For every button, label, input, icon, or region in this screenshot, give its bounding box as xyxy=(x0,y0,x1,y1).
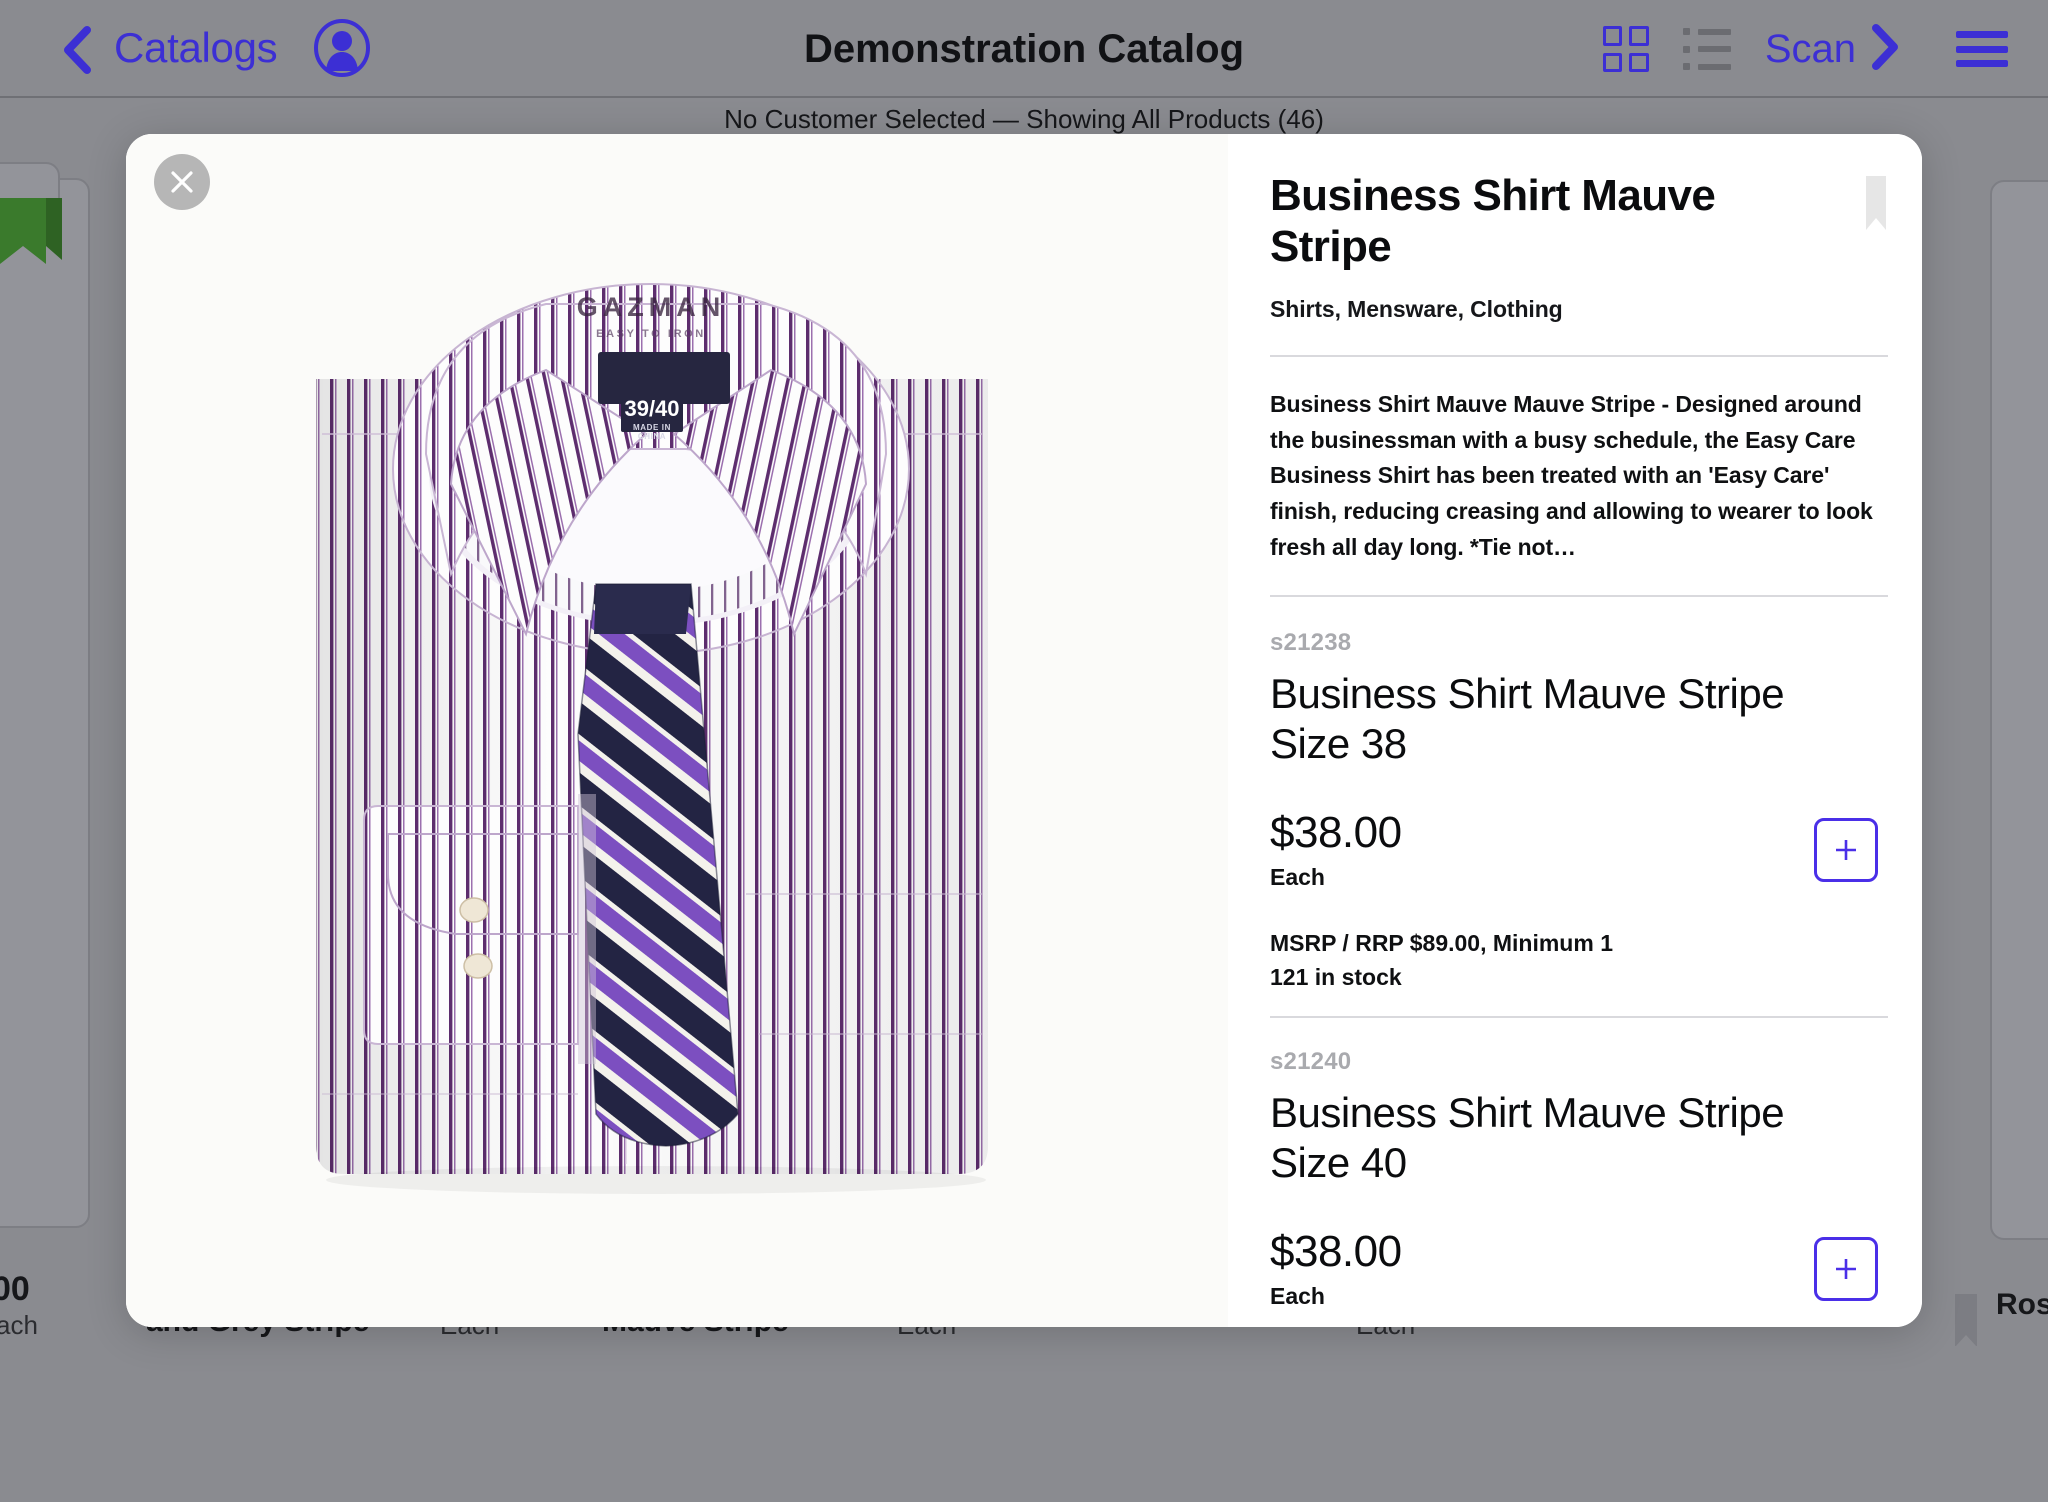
variant-sku: s21238 xyxy=(1270,629,1352,657)
variant-row[interactable]: s21240 Business Shirt Mauve Stripe Size … xyxy=(1270,1044,1888,1310)
variant-name: Business Shirt Mauve Stripe Size 38 xyxy=(1270,670,1785,767)
scan-button[interactable]: Scan xyxy=(1765,23,1898,76)
scan-button-label: Scan xyxy=(1764,26,1856,71)
variant-stock: 121 in stock xyxy=(1270,963,1402,990)
person-icon[interactable] xyxy=(313,19,371,77)
variant-price: $38.00 xyxy=(1270,808,1402,858)
top-navigation-bar: Catalogs Scan xyxy=(0,0,2048,98)
chevron-left-icon[interactable] xyxy=(62,25,92,74)
add-to-order-button[interactable] xyxy=(1814,1236,1878,1301)
variant-price-block: $38.00 Each xyxy=(1270,808,1402,891)
list-bullet xyxy=(1682,63,1690,70)
background-product-card[interactable] xyxy=(0,178,90,1228)
background-price-fragment: 00 xyxy=(0,1270,30,1308)
svg-text:GAZMAN: GAZMAN xyxy=(577,292,725,322)
variant-row[interactable]: s21238 Business Shirt Mauve Stripe Size … xyxy=(1270,625,1888,1019)
grid-cell xyxy=(1629,26,1649,46)
variant-price-row: $38.00 Each xyxy=(1270,1227,1888,1310)
variant-unit: Each xyxy=(1270,1283,1325,1310)
green-ribbon-badge xyxy=(0,198,62,264)
hamburger-menu-icon[interactable] xyxy=(1956,31,2008,67)
variant-unit: Each xyxy=(1270,864,1325,891)
variant-msrp: MSRP / RRP $89.00, Minimum 1 xyxy=(1270,930,1613,957)
scroll-indicator[interactable] xyxy=(1866,176,1886,230)
back-to-catalogs-button[interactable]: Catalogs xyxy=(114,24,278,72)
divider xyxy=(1270,1016,1888,1019)
list-bullet xyxy=(1682,28,1690,35)
variant-price: $38.00 xyxy=(1270,1227,1402,1277)
svg-text:39/40: 39/40 xyxy=(624,396,679,421)
product-categories: Shirts, Mensware, Clothing xyxy=(1270,296,1563,323)
add-to-order-button[interactable] xyxy=(1814,817,1878,882)
variant-meta: MSRP / RRP $89.00, Minimum 1 121 in stoc… xyxy=(1270,927,1888,994)
grid-cell xyxy=(1602,52,1623,72)
divider xyxy=(1270,355,1888,358)
variant-price-row: $38.00 Each xyxy=(1270,808,1888,891)
product-detail-modal: GAZMAN EASY TO IRON 39/40 MADE IN CHINA xyxy=(126,134,1922,1327)
grid-cell xyxy=(1602,26,1623,46)
list-line xyxy=(1697,28,1731,35)
menu-bar xyxy=(1956,60,2008,67)
product-image-pane: GAZMAN EASY TO IRON 39/40 MADE IN CHINA xyxy=(126,134,1228,1327)
svg-text:CHINA: CHINA xyxy=(638,432,666,441)
list-row xyxy=(1682,45,1731,53)
menu-bar xyxy=(1956,31,2008,38)
list-row xyxy=(1682,63,1731,70)
variant-sku: s21240 xyxy=(1270,1048,1352,1076)
close-icon[interactable] xyxy=(154,154,210,210)
plus-icon xyxy=(1836,839,1856,860)
chevron-right-icon xyxy=(1870,23,1898,76)
svg-text:EASY TO IRON: EASY TO IRON xyxy=(596,328,706,340)
background-product-label: Rose xyxy=(1996,1288,2048,1321)
divider xyxy=(1270,595,1888,598)
background-unit-label: ach xyxy=(0,1310,38,1340)
product-description: Business Shirt Mauve Mauve Stripe - Desi… xyxy=(1270,391,1873,560)
svg-text:MADE IN: MADE IN xyxy=(633,423,671,432)
list-bullet xyxy=(1682,45,1690,53)
grid-view-button[interactable] xyxy=(1602,26,1649,72)
variant-price-block: $38.00 Each xyxy=(1270,1227,1402,1310)
list-view-button[interactable] xyxy=(1682,28,1731,70)
list-line xyxy=(1697,46,1731,52)
product-detail-pane[interactable]: Business Shirt Mauve Stripe Shirts, Mens… xyxy=(1228,134,1922,1327)
menu-bar xyxy=(1956,45,2008,53)
product-title: Business Shirt Mauve Stripe xyxy=(1270,171,1716,272)
list-line xyxy=(1697,63,1731,70)
business-shirt-mauve-stripe-photo: GAZMAN EASY TO IRON 39/40 MADE IN CHINA xyxy=(126,134,1228,1327)
list-row xyxy=(1682,28,1731,35)
plus-icon xyxy=(1836,1258,1856,1279)
variant-name: Business Shirt Mauve Stripe Size 40 xyxy=(1270,1089,1785,1186)
background-product-card[interactable] xyxy=(1990,180,2048,1240)
grid-cell xyxy=(1629,52,1649,72)
background-bookmark-icon xyxy=(1955,1294,1977,1347)
